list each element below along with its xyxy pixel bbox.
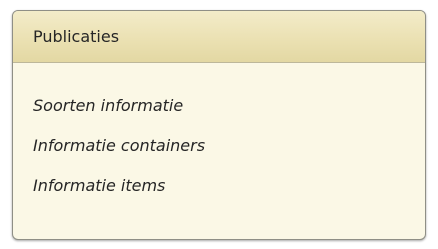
menu-item-soorten-informatie[interactable]: Soorten informatie (13, 85, 425, 125)
panel-title: Publicaties (33, 27, 120, 46)
menu-item-informatie-containers[interactable]: Informatie containers (13, 125, 425, 165)
panel-header: Publicaties (13, 11, 425, 63)
menu-item-informatie-items[interactable]: Informatie items (13, 165, 425, 205)
menu-list: Soorten informatie Informatie containers… (13, 63, 425, 205)
publications-panel: Publicaties Soorten informatie Informati… (12, 10, 426, 240)
